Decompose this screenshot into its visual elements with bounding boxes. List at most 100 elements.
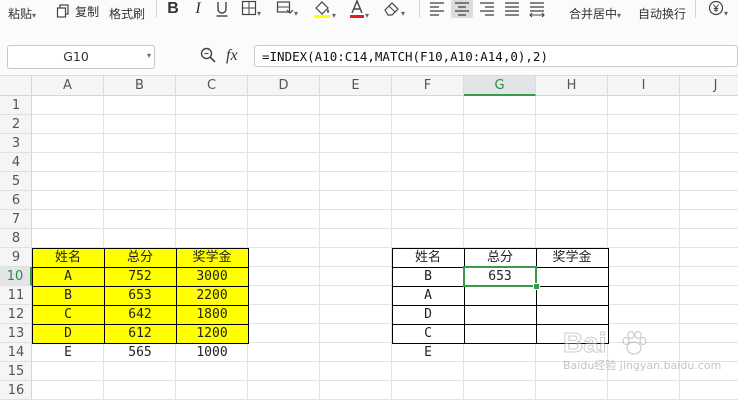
justify-icon	[505, 2, 519, 16]
table1-row5-name[interactable]: E	[32, 343, 104, 362]
table2-row4-name[interactable]: C	[392, 324, 464, 343]
zoom-search-icon[interactable]	[199, 46, 217, 64]
column-header-g[interactable]: G	[464, 76, 536, 96]
table2-row5-name[interactable]: E	[392, 343, 464, 362]
table1-row2-name[interactable]: B	[32, 286, 104, 305]
row-header-12[interactable]: 12	[0, 305, 32, 324]
chevron-down-icon: ▾	[294, 9, 299, 18]
row-header-6[interactable]: 6	[0, 191, 32, 210]
name-box[interactable]: G10 ▾	[7, 45, 155, 69]
table1-row4-score[interactable]: 612	[104, 324, 176, 343]
table1-row3-name[interactable]: C	[32, 305, 104, 324]
toolbar-divider	[156, 0, 157, 18]
table1-row4-name[interactable]: D	[32, 324, 104, 343]
column-header-f[interactable]: F	[392, 76, 464, 96]
row-header-1[interactable]: 1	[0, 96, 32, 115]
toolbar-divider	[419, 0, 420, 18]
row-header-16[interactable]: 16	[0, 381, 32, 400]
column-header-e[interactable]: E	[320, 76, 392, 96]
column-header-c[interactable]: C	[176, 76, 248, 96]
fill-handle[interactable]	[533, 283, 540, 290]
font-color-icon	[350, 0, 364, 18]
chevron-down-icon: ▾	[332, 11, 337, 20]
table1-row4-scholarship[interactable]: 1200	[176, 324, 248, 343]
table2-row3-name[interactable]: D	[392, 305, 464, 324]
currency-icon	[708, 0, 724, 16]
column-header-b[interactable]: B	[104, 76, 176, 96]
svg-text:Bai: Bai	[563, 327, 607, 358]
formula-input[interactable]: =INDEX(A10:C14,MATCH(F10,A10:A14,0),2)	[254, 45, 738, 67]
table1-row2-score[interactable]: 653	[104, 286, 176, 305]
font-color-button[interactable]: ▾	[349, 0, 369, 20]
paste-button[interactable]: 粘贴▾	[8, 3, 37, 21]
table1-row2-scholarship[interactable]: 2200	[176, 286, 248, 305]
table2-header-name[interactable]: 姓名	[392, 248, 464, 267]
currency-format-button[interactable]: ▾	[708, 0, 728, 18]
insert-function-button[interactable]: fx	[226, 45, 246, 65]
copy-button[interactable]: 复制	[56, 1, 99, 19]
align-center-button[interactable]	[451, 0, 473, 18]
table2-row2-name[interactable]: A	[392, 286, 464, 305]
wrap-text-label: 自动换行	[638, 7, 687, 21]
clear-button[interactable]: ▾	[383, 0, 405, 18]
spreadsheet-grid: A B C D E F G H I J 1 2 3 4 5 6 7 8 9 10…	[0, 76, 738, 400]
table1-row3-scholarship[interactable]: 1800	[176, 305, 248, 324]
table2-header-scholarship[interactable]: 奖学金	[536, 248, 608, 267]
column-header-i[interactable]: I	[608, 76, 680, 96]
fill-color-button[interactable]: ▾	[312, 0, 337, 20]
column-header-d[interactable]: D	[248, 76, 320, 96]
column-header-j[interactable]: J	[680, 76, 738, 96]
column-header-a[interactable]: A	[32, 76, 104, 96]
align-left-button[interactable]	[427, 0, 447, 18]
row-header-11[interactable]: 11	[0, 286, 32, 305]
watermark-text: Baidu经验 jingyan.baidu.com	[563, 359, 722, 372]
italic-button[interactable]: I	[190, 0, 206, 18]
align-center-icon	[455, 2, 469, 16]
chevron-down-icon: ▾	[617, 11, 622, 20]
row-header-14[interactable]: 14	[0, 343, 32, 362]
active-cell-outline[interactable]	[463, 266, 537, 287]
borders-button[interactable]: ▾	[241, 0, 261, 18]
table1-row5-score[interactable]: 565	[104, 343, 176, 362]
row-header-7[interactable]: 7	[0, 210, 32, 229]
table1-row5-scholarship[interactable]: 1000	[176, 343, 248, 362]
row-header-5[interactable]: 5	[0, 172, 32, 191]
table2-row1-name[interactable]: B	[392, 267, 464, 286]
baidu-paw-logo: Bai	[563, 327, 607, 359]
justify-button[interactable]	[502, 0, 522, 18]
align-right-button[interactable]	[477, 0, 497, 18]
format-painter-label: 格式刷	[109, 7, 146, 21]
table1-row1-name[interactable]: A	[32, 267, 104, 286]
wrap-text-button[interactable]: 自动换行	[638, 3, 686, 22]
row-header-8[interactable]: 8	[0, 229, 32, 248]
chevron-down-icon: ▾	[32, 11, 37, 20]
bold-button[interactable]: B	[164, 0, 182, 18]
cell-format-button[interactable]: ▾	[276, 0, 298, 18]
toolbar-divider	[695, 0, 696, 18]
row-header-2[interactable]: 2	[0, 115, 32, 134]
table1-header-name[interactable]: 姓名	[32, 248, 104, 267]
borders-icon	[241, 0, 257, 16]
table1-header-scholarship[interactable]: 奖学金	[176, 248, 248, 267]
table1-row3-score[interactable]: 642	[104, 305, 176, 324]
row-header-13[interactable]: 13	[0, 324, 32, 343]
distribute-button[interactable]	[527, 0, 547, 18]
table1-row1-scholarship[interactable]: 3000	[176, 267, 248, 286]
format-painter-button[interactable]: 格式刷	[109, 3, 145, 22]
row-header-9[interactable]: 9	[0, 248, 32, 267]
table2-header-score[interactable]: 总分	[464, 248, 536, 267]
row-header-10[interactable]: 10	[0, 267, 32, 286]
table1-row1-score[interactable]: 752	[104, 267, 176, 286]
row-header-4[interactable]: 4	[0, 153, 32, 172]
row-header-3[interactable]: 3	[0, 134, 32, 153]
chevron-down-icon: ▾	[146, 51, 151, 60]
copy-icon	[56, 4, 69, 18]
column-header-h[interactable]: H	[536, 76, 608, 96]
underline-button[interactable]	[213, 0, 231, 18]
merge-center-label: 合并居中	[569, 7, 618, 21]
table1-header-score[interactable]: 总分	[104, 248, 176, 267]
select-all-corner[interactable]	[0, 76, 32, 96]
align-right-icon	[480, 2, 494, 16]
row-header-15[interactable]: 15	[0, 362, 32, 381]
merge-center-button[interactable]: 合并居中▾	[569, 3, 621, 22]
